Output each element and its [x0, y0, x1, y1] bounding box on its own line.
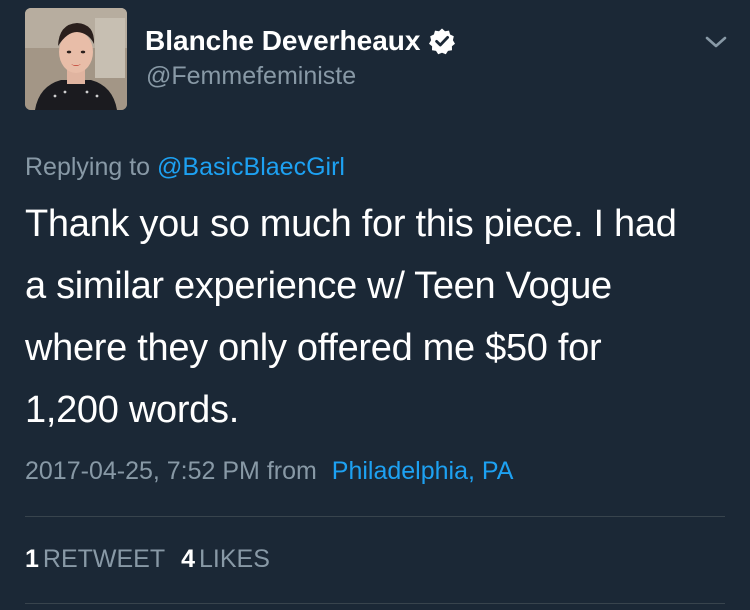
author-display-name[interactable]: Blanche Deverheaux: [145, 24, 420, 58]
likes-stat[interactable]: 4 LIKES: [181, 544, 270, 574]
reply-mention-link[interactable]: @BasicBlaecGirl: [157, 153, 345, 181]
likes-label: LIKES: [199, 545, 270, 573]
retweets-label: RETWEET: [42, 545, 166, 573]
replying-to-label: Replying to: [25, 153, 151, 181]
tweet-location-link[interactable]: Philadelphia, PA: [332, 457, 514, 485]
divider: [25, 603, 725, 604]
replying-to-line: Replying to @BasicBlaecGirl: [25, 152, 345, 182]
author-handle[interactable]: @Femmefeministe: [146, 61, 356, 91]
retweets-stat[interactable]: 1 RETWEET: [25, 544, 165, 574]
tweet-timestamp[interactable]: 2017-04-25, 7:52 PM from: [25, 457, 317, 485]
likes-count: 4: [181, 545, 196, 573]
author-name-row[interactable]: Blanche Deverheaux: [145, 24, 456, 58]
divider: [25, 516, 725, 517]
tweet-detail: Blanche Deverheaux @Femmefeministe Reply…: [0, 0, 750, 610]
verified-badge-icon: [428, 27, 456, 55]
tweet-text: Thank you so much for this piece. I had …: [25, 203, 677, 431]
avatar[interactable]: [25, 8, 127, 110]
chevron-down-icon[interactable]: [702, 30, 730, 54]
tweet-meta: 2017-04-25, 7:52 PM from Philadelphia, P…: [25, 456, 513, 486]
retweets-count: 1: [25, 545, 39, 573]
engagement-stats: 1 RETWEET 4 LIKES: [25, 544, 286, 574]
avatar-photo: [25, 8, 127, 110]
